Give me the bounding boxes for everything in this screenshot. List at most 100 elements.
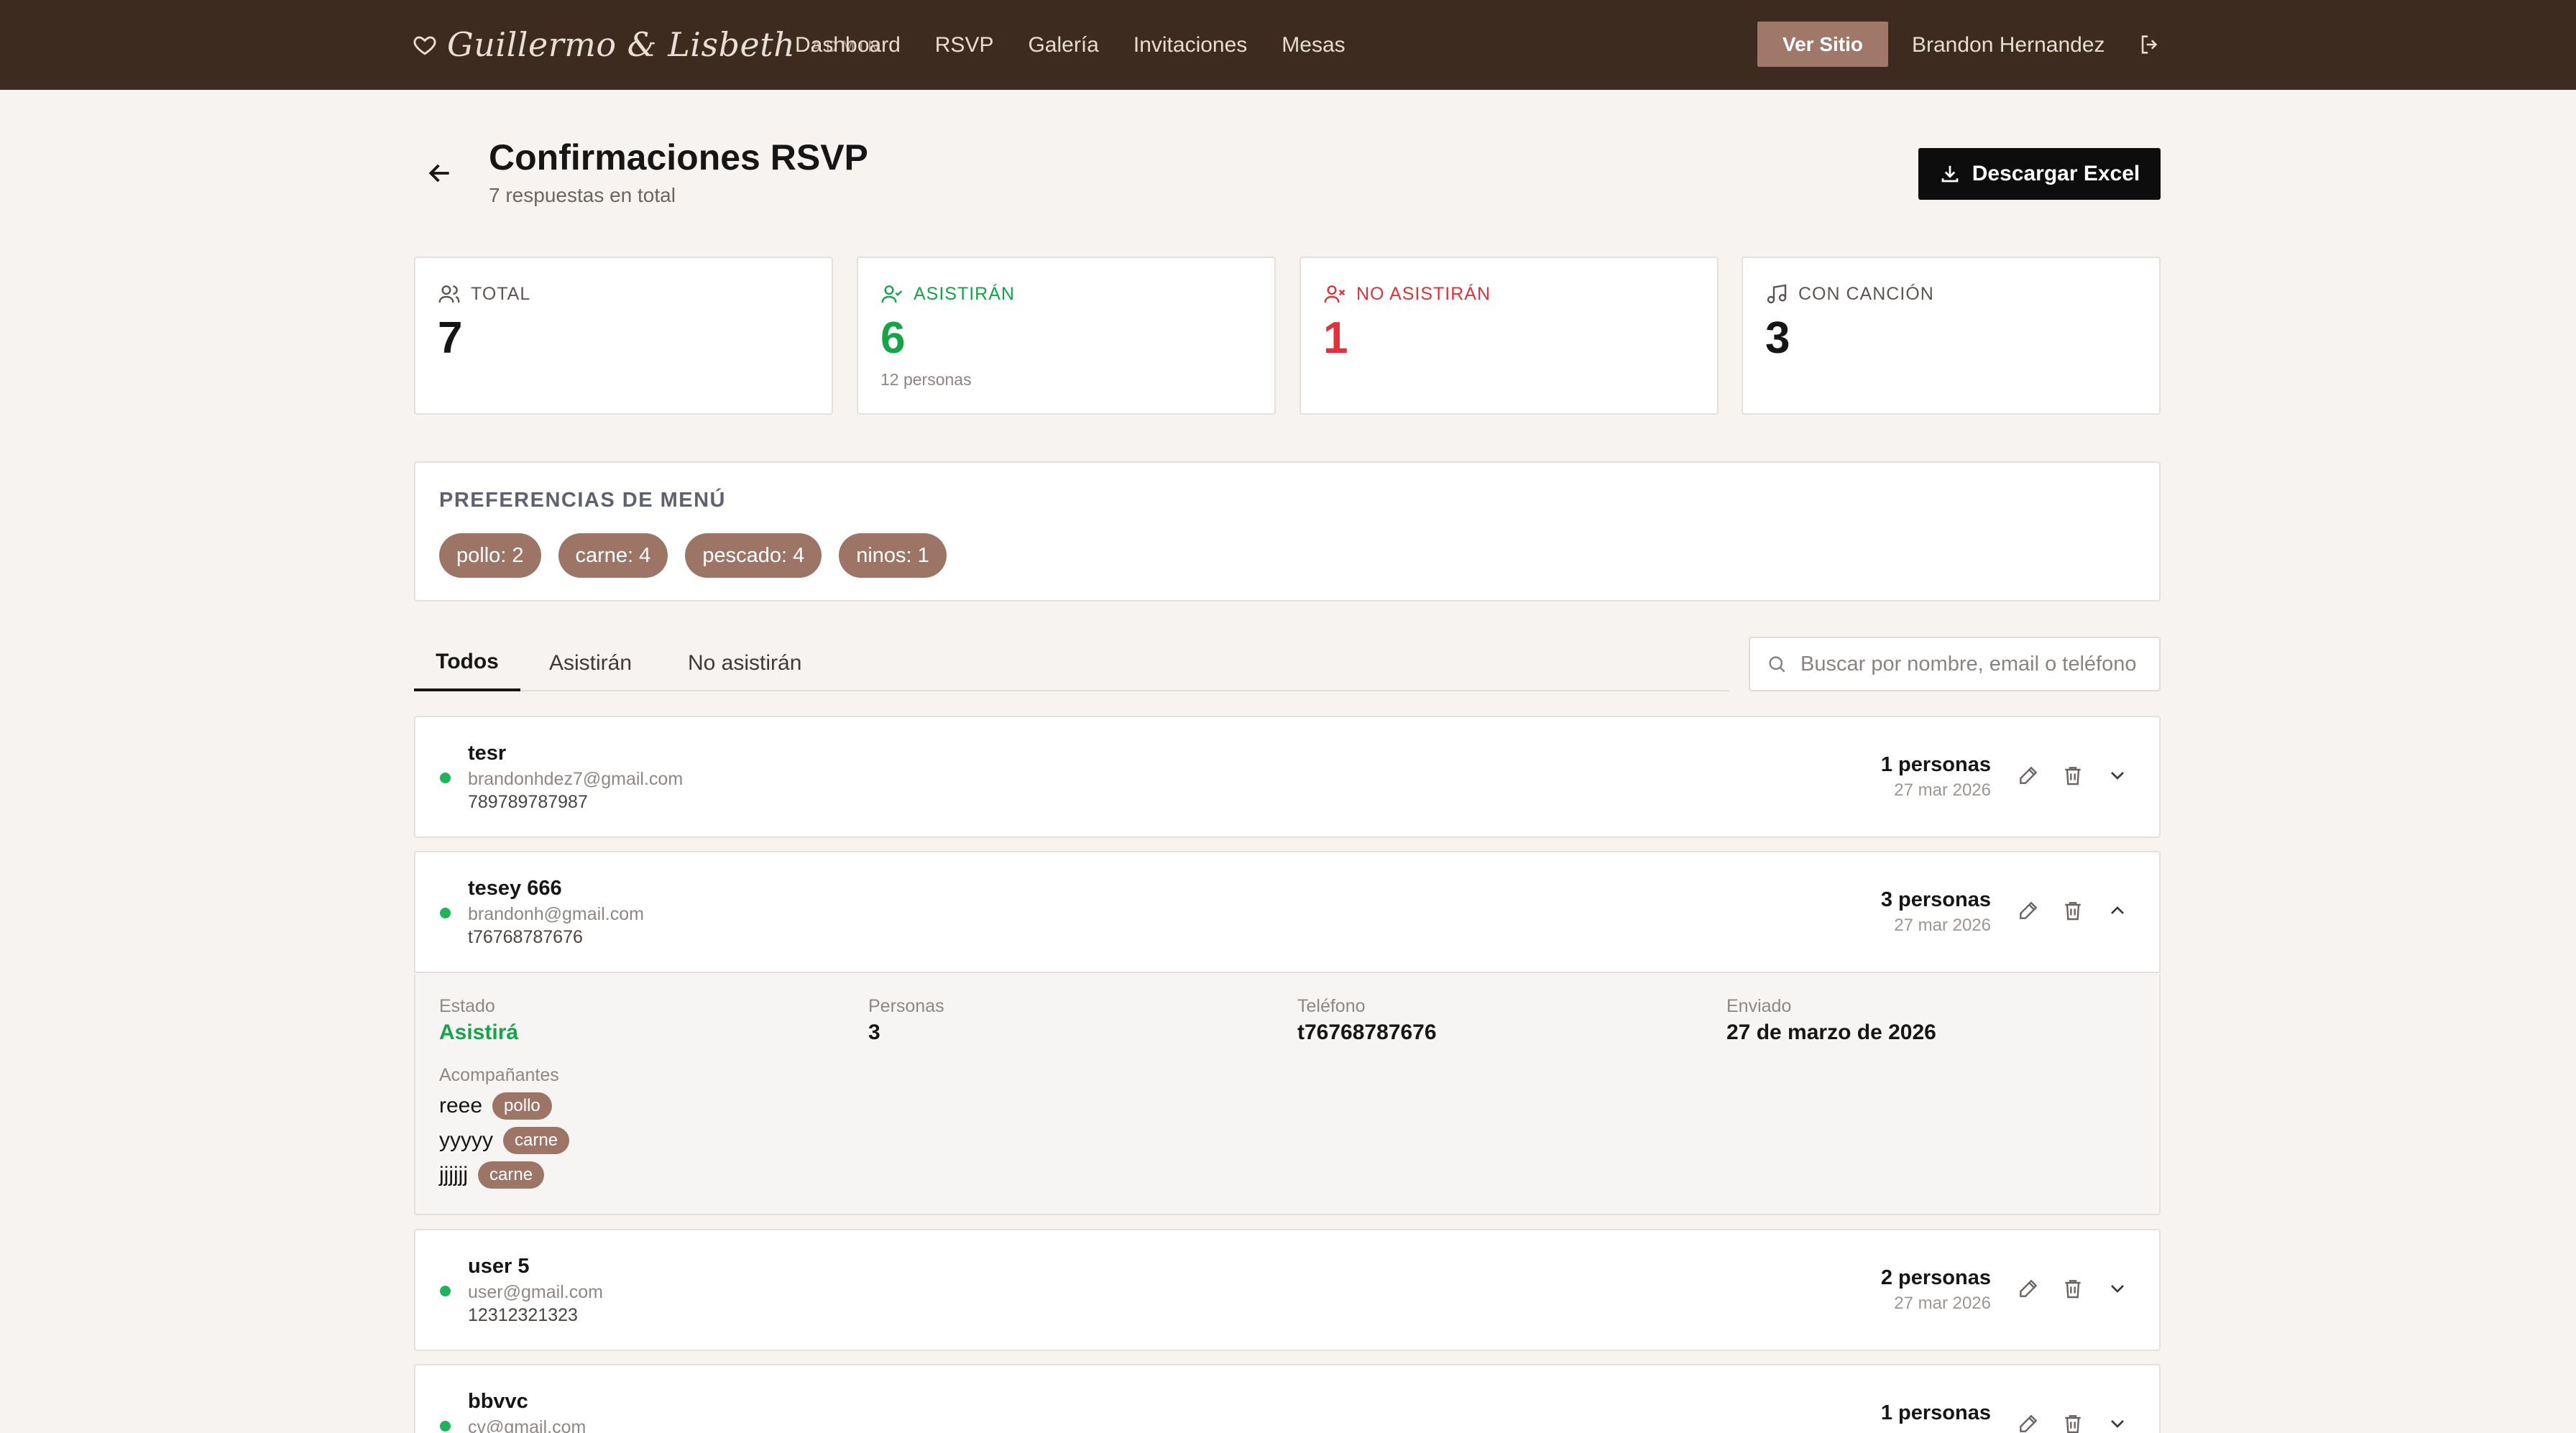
stat-card-not-attending: NO ASISTIRÁN 1 [1300,257,1719,415]
pencil-icon[interactable] [2017,1412,2040,1433]
download-excel-label: Descargar Excel [1972,162,2140,185]
rsvp-row[interactable]: tesr brandonhdez7@gmail.com 789789787987… [414,716,2161,838]
chevron-up-icon[interactable] [2106,899,2129,922]
nav-dashboard[interactable]: Dashboard [795,33,901,57]
companion-item: jjjjjj carne [439,1161,545,1189]
stat-value: 6 [880,313,906,363]
chevron-down-icon[interactable] [2106,1412,2129,1433]
companion-name: yyyyy [439,1128,493,1152]
status-dot [440,773,451,783]
page-subtitle: 7 respuestas en total [489,184,676,206]
stat-note: 12 personas [880,370,972,389]
rsvp-count: 1 personas [1880,1401,1991,1424]
menu-chip: pollo: 2 [439,533,541,578]
main-nav: Dashboard RSVP Galería Invitaciones Mesa… [795,0,1346,90]
trash-icon[interactable] [2061,1412,2084,1433]
rsvp-phone: t76768787676 [468,927,583,947]
rsvp-date: 27 mar 2026 [1894,1294,1991,1313]
stat-label: ASISTIRÁN [914,283,1015,304]
pencil-icon[interactable] [2017,764,2040,787]
user-x-icon [1324,285,1346,303]
download-excel-button[interactable]: Descargar Excel [1918,148,2161,200]
stat-value: 3 [1765,313,1790,363]
brand-name: Guillermo & Lisbeth [447,25,796,64]
stat-label: CON CANCIÓN [1798,283,1934,304]
companion-menu-tag: pollo [492,1092,552,1120]
rsvp-date: 27 mar 2026 [1894,916,1991,935]
search-box [1749,637,2161,691]
rsvp-count: 1 personas [1880,753,1991,776]
stat-value: 7 [438,313,463,363]
rsvp-name: tesey 666 [468,877,562,900]
tab-todos[interactable]: Todos [414,635,520,691]
stat-header: ASISTIRÁN [880,282,1015,305]
rsvp-row[interactable]: bbvvc cv@gmail.com 1 personas [414,1364,2161,1433]
arrow-left-icon[interactable] [426,160,454,187]
telefono-label: Teléfono [1297,996,1366,1016]
enviado-label: Enviado [1726,996,1792,1016]
telefono-value: t76768787676 [1297,1020,1437,1044]
companion-item: reee pollo [439,1092,552,1120]
pencil-icon[interactable] [2017,1277,2040,1300]
rsvp-count: 3 personas [1880,888,1991,911]
search-input[interactable] [1800,652,2145,676]
rsvp-name: tesr [468,742,507,765]
stat-label: TOTAL [471,283,531,304]
stat-header: CON CANCIÓN [1765,282,1934,305]
menu-preferences-card: PREFERENCIAS DE MENÚ pollo: 2 carne: 4 p… [414,461,2161,602]
companions-label: Acompañantes [439,1065,559,1085]
view-site-button[interactable]: Ver Sitio [1757,22,1888,67]
nav-rsvp[interactable]: RSVP [935,33,994,57]
rsvp-email: brandonh@gmail.com [468,904,644,924]
nav-galeria[interactable]: Galería [1028,33,1098,57]
nav-invitaciones[interactable]: Invitaciones [1133,33,1247,57]
rsvp-name: user 5 [468,1255,530,1278]
trash-icon[interactable] [2061,899,2084,922]
stat-header: NO ASISTIRÁN [1323,282,1491,305]
user-name: Brandon Hernandez [1912,32,2105,57]
trash-icon[interactable] [2061,764,2084,787]
tab-no-asistiran[interactable]: No asistirán [688,635,801,691]
menu-chip: carne: 4 [558,533,668,578]
stat-card-total: TOTAL 7 [414,257,833,415]
enviado-value: 27 de marzo de 2026 [1726,1020,1936,1044]
pencil-icon[interactable] [2017,899,2040,922]
menu-chips: pollo: 2 carne: 4 pescado: 4 ninos: 1 [439,533,947,578]
companion-name: jjjjjj [439,1163,468,1187]
rsvp-date: 27 mar 2026 [1894,780,1991,800]
rsvp-row[interactable]: user 5 user@gmail.com 12312321323 2 pers… [414,1229,2161,1351]
user-check-icon [881,285,903,303]
companion-menu-tag: carne [478,1161,545,1189]
menu-preferences-title: PREFERENCIAS DE MENÚ [439,489,726,512]
personas-value: 3 [868,1020,880,1044]
users-icon [438,285,460,303]
stat-card-with-song: CON CANCIÓN 3 [1742,257,2161,415]
status-dot [440,1421,451,1432]
stat-header: TOTAL [438,282,530,305]
music-icon [1767,284,1787,304]
status-dot [440,908,451,918]
chevron-down-icon[interactable] [2106,764,2129,787]
tab-asistiran[interactable]: Asistirán [549,635,632,691]
personas-label: Personas [868,996,944,1016]
rsvp-phone: 12312321323 [468,1305,578,1325]
rsvp-detail-panel: Estado Asistirá Personas 3 Teléfono t767… [414,974,2161,1215]
rsvp-email: cv@gmail.com [468,1417,586,1433]
page-title: Confirmaciones RSVP [489,137,868,178]
companion-item: yyyyy carne [439,1127,570,1154]
menu-chip: ninos: 1 [839,533,947,578]
trash-icon[interactable] [2061,1277,2084,1300]
logout-icon[interactable] [2138,32,2162,57]
top-bar: Guillermo & Lisbeth ADMIN Dashboard RSVP… [0,0,2576,90]
rsvp-row[interactable]: tesey 666 brandonh@gmail.com t7676878767… [414,851,2161,973]
rsvp-count: 2 personas [1880,1266,1991,1289]
chevron-down-icon[interactable] [2106,1277,2129,1300]
stat-value: 1 [1323,313,1348,363]
search-icon [1769,656,1785,673]
rsvp-email: user@gmail.com [468,1282,603,1302]
filter-tabs: Todos Asistirán No asistirán [414,635,1729,691]
rsvp-phone: 789789787987 [468,792,588,812]
status-dot [440,1286,451,1296]
menu-chip: pescado: 4 [685,533,822,578]
nav-mesas[interactable]: Mesas [1282,33,1345,57]
